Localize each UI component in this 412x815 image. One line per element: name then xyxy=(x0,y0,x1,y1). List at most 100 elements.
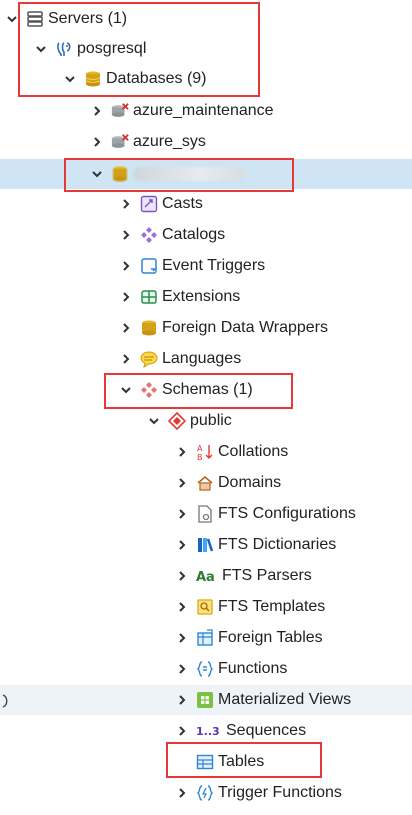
catalogs-icon xyxy=(140,226,158,244)
extensions-icon xyxy=(140,288,158,306)
chevron-right-icon[interactable] xyxy=(176,632,188,644)
tree-node-extensions[interactable]: Extensions xyxy=(0,282,412,312)
chevron-right-icon[interactable] xyxy=(176,725,188,737)
chevron-right-icon[interactable] xyxy=(176,539,188,551)
chevron-right-icon[interactable] xyxy=(176,570,188,582)
tree-node-sequences[interactable]: 1..3 Sequences xyxy=(0,716,412,746)
fts-dictionaries-icon xyxy=(196,536,214,554)
tree-node-server[interactable]: posgresql xyxy=(0,34,412,64)
tree-node-domains[interactable]: Domains xyxy=(0,468,412,498)
chevron-right-icon[interactable] xyxy=(120,322,132,334)
tree-label: azure_maintenance xyxy=(133,102,274,119)
chevron-right-icon[interactable] xyxy=(176,694,188,706)
sequences-icon: 1..3 xyxy=(196,722,222,740)
tree-node-trigger-functions[interactable]: Trigger Functions xyxy=(0,778,412,808)
tree-node-foreign-data-wrappers[interactable]: Foreign Data Wrappers xyxy=(0,313,412,343)
chevron-down-icon[interactable] xyxy=(120,384,132,396)
tree-node-public[interactable]: public xyxy=(0,406,412,436)
tree-label: Collations xyxy=(218,443,289,460)
schemas-icon xyxy=(140,381,158,399)
tree-label: Servers (1) xyxy=(48,10,128,27)
chevron-right-icon[interactable] xyxy=(176,446,188,458)
tree-label: FTS Configurations xyxy=(218,505,356,522)
trigger-functions-icon xyxy=(196,784,214,802)
svg-text:B: B xyxy=(197,453,203,461)
chevron-right-icon[interactable] xyxy=(120,260,132,272)
tree-node-db-azure-maintenance[interactable]: azure_maintenance xyxy=(0,96,412,126)
tree-node-fts-templates[interactable]: FTS Templates xyxy=(0,592,412,622)
chevron-right-icon[interactable] xyxy=(120,229,132,241)
tree-node-catalogs[interactable]: Catalogs xyxy=(0,220,412,250)
tree-node-fts-parsers[interactable]: Aa FTS Parsers xyxy=(0,561,412,591)
svg-text:Aa: Aa xyxy=(196,570,215,585)
svg-text:1..3: 1..3 xyxy=(196,725,220,738)
chevron-right-icon[interactable] xyxy=(176,787,188,799)
tree-node-schemas[interactable]: Schemas (1) xyxy=(0,375,412,405)
tree-label: Trigger Functions xyxy=(218,784,342,801)
tree-node-languages[interactable]: Languages xyxy=(0,344,412,374)
chevron-down-icon[interactable] xyxy=(64,73,76,85)
database-icon xyxy=(84,70,102,88)
tree-label: Event Triggers xyxy=(162,257,266,274)
tree-node-collations[interactable]: AB Collations xyxy=(0,437,412,467)
chevron-down-icon[interactable] xyxy=(148,415,160,427)
functions-icon xyxy=(196,660,214,678)
chevron-right-icon[interactable] xyxy=(120,198,132,210)
casts-icon xyxy=(140,195,158,213)
tree-node-databases[interactable]: Databases (9) xyxy=(0,64,412,94)
domains-icon xyxy=(196,474,214,492)
chevron-right-icon[interactable] xyxy=(120,291,132,303)
cursor-fragment-icon xyxy=(2,693,10,709)
database-disconnected-icon xyxy=(111,133,129,151)
tree-label: posgresql xyxy=(77,40,147,57)
tree-node-fts-configurations[interactable]: FTS Configurations xyxy=(0,499,412,529)
fts-configurations-icon xyxy=(196,505,214,523)
tree-label: Schemas (1) xyxy=(162,381,253,398)
chevron-down-icon[interactable] xyxy=(91,168,103,180)
fts-parsers-icon: Aa xyxy=(196,567,218,585)
tree-node-servers[interactable]: Servers (1) xyxy=(0,4,412,34)
tree-node-event-triggers[interactable]: Event Triggers xyxy=(0,251,412,281)
database-icon xyxy=(111,165,129,183)
foreign-data-wrappers-icon xyxy=(140,319,158,337)
chevron-right-icon[interactable] xyxy=(176,663,188,675)
foreign-tables-icon xyxy=(196,629,214,647)
tree-label: Databases (9) xyxy=(106,70,207,87)
tree-label: Domains xyxy=(218,474,282,491)
tree-label: FTS Templates xyxy=(218,598,326,615)
tree-label: Tables xyxy=(218,753,265,770)
languages-icon xyxy=(140,350,158,368)
tree-node-db-selected[interactable] xyxy=(0,159,412,189)
tree-node-db-azure-sys[interactable]: azure_sys xyxy=(0,127,412,157)
chevron-down-icon[interactable] xyxy=(6,13,18,25)
database-disconnected-icon xyxy=(111,102,129,120)
chevron-right-icon[interactable] xyxy=(91,105,103,117)
tree-label: FTS Parsers xyxy=(222,567,312,584)
collations-icon: AB xyxy=(196,443,214,461)
tree-label: public xyxy=(190,412,232,429)
tree-label: Catalogs xyxy=(162,226,226,243)
servers-icon xyxy=(26,10,44,28)
chevron-right-icon[interactable] xyxy=(120,353,132,365)
tree-node-functions[interactable]: Functions xyxy=(0,654,412,684)
tree-node-foreign-tables[interactable]: Foreign Tables xyxy=(0,623,412,653)
schema-icon xyxy=(168,412,186,430)
materialized-views-icon xyxy=(196,691,214,709)
tree-node-fts-dictionaries[interactable]: FTS Dictionaries xyxy=(0,530,412,560)
tree-label: FTS Dictionaries xyxy=(218,536,337,553)
tables-icon xyxy=(196,753,214,771)
chevron-right-icon[interactable] xyxy=(91,136,103,148)
chevron-right-icon[interactable] xyxy=(176,508,188,520)
chevron-right-icon[interactable] xyxy=(176,477,188,489)
tree-node-tables[interactable]: Tables xyxy=(0,747,412,777)
svg-text:A: A xyxy=(197,444,203,453)
chevron-right-icon[interactable] xyxy=(176,601,188,613)
tree-node-casts[interactable]: Casts xyxy=(0,189,412,219)
tree-node-materialized-views[interactable]: Materialized Views xyxy=(0,685,412,715)
fts-templates-icon xyxy=(196,598,214,616)
event-triggers-icon xyxy=(140,257,158,275)
chevron-down-icon[interactable] xyxy=(35,43,47,55)
tree-label: Casts xyxy=(162,195,203,212)
expander-placeholder xyxy=(176,756,188,768)
redacted-database-name xyxy=(133,167,245,181)
